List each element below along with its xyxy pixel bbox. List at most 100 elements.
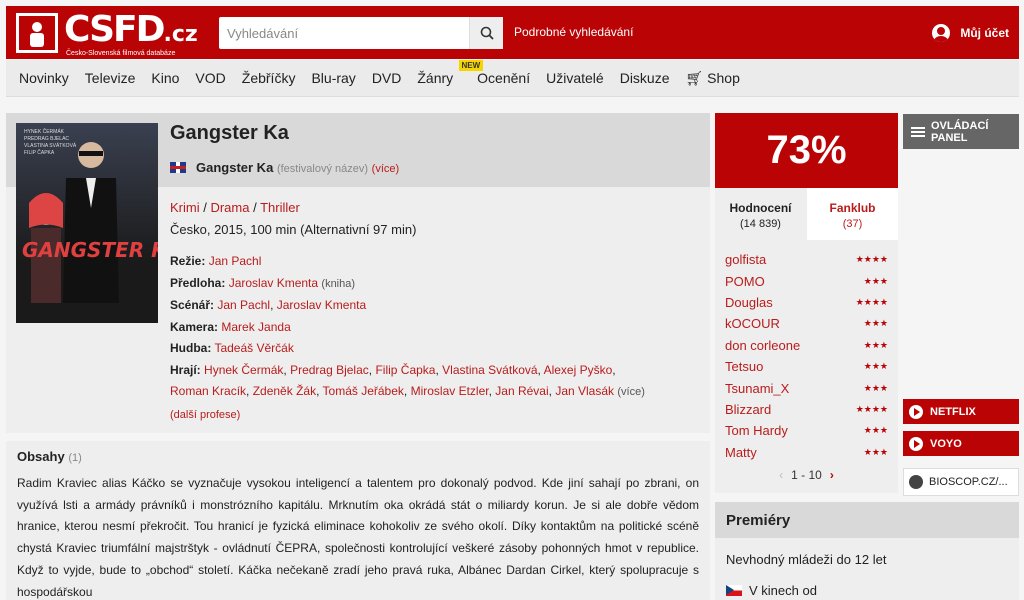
actor-link[interactable]: Tomáš Jeřábek: [323, 384, 404, 398]
tab-hodnoceni-count: (14 839): [740, 218, 781, 230]
actor-link[interactable]: Vlastina Svátková: [442, 363, 537, 377]
nav-bluray[interactable]: Blu-ray: [311, 70, 355, 86]
nav-zebricky[interactable]: Žebříčky: [242, 70, 296, 86]
actor-link[interactable]: Alexej Pyško: [544, 363, 613, 377]
play-icon: [909, 404, 923, 419]
voyo-button[interactable]: VOYO: [903, 431, 1019, 456]
search-icon: [480, 26, 494, 40]
crew-link[interactable]: Marek Janda: [221, 320, 290, 334]
next-page-icon[interactable]: ›: [830, 468, 834, 482]
crew-label: Scénář:: [170, 298, 215, 312]
genre-link[interactable]: Thriller: [260, 200, 300, 215]
star-rating-icon: ★★★★: [855, 403, 888, 414]
premieres-box: Premiéry Nevhodný mládeži do 12 let V ki…: [715, 502, 1019, 600]
nav-televize[interactable]: Televize: [85, 70, 136, 86]
netflix-button[interactable]: NETFLIX: [903, 399, 1019, 424]
rating-pager: ‹ 1 - 10 ›: [715, 468, 898, 482]
user-rating-row: Matty ★★★: [725, 442, 888, 463]
actor-link[interactable]: Filip Čapka: [375, 363, 435, 377]
star-rating-icon: ★★★: [863, 382, 888, 393]
user-link[interactable]: Tetsuo: [725, 359, 763, 374]
nav-oceneni[interactable]: Ocenění: [477, 70, 530, 86]
actor-link[interactable]: Jan Révai: [495, 384, 548, 398]
nav-uzivatele[interactable]: Uživatelé: [546, 70, 604, 86]
alt-title-text: Gangster Ka: [196, 160, 274, 175]
user-link[interactable]: golfista: [725, 252, 766, 267]
crew-list: Režie: Jan Pachl Předloha: Jaroslav Kmen…: [170, 254, 645, 421]
user-rating-row: Tom Hardy ★★★: [725, 420, 888, 441]
poster-actor-figure: [63, 142, 119, 303]
tab-fanklub[interactable]: Fanklub (37): [807, 188, 898, 240]
nav-novinky[interactable]: Novinky: [19, 70, 69, 86]
nav-diskuze[interactable]: Diskuze: [620, 70, 670, 86]
nav-dvd[interactable]: DVD: [372, 70, 402, 86]
nav-vod[interactable]: VOD: [195, 70, 225, 86]
user-link[interactable]: don corleone: [725, 338, 800, 353]
user-link[interactable]: Matty: [725, 445, 757, 460]
film-panel: HYNEK ČERMÁK PREDRAG BJELAC VLASTINA SVÁTK…: [6, 113, 710, 433]
logo-subtitle: Česko-Slovenská filmová databáze: [66, 50, 176, 57]
actor-link[interactable]: Miroslav Etzler: [411, 384, 489, 398]
site-logo[interactable]: CSFD.cz Česko-Slovenská filmová databáze: [16, 9, 198, 57]
star-rating-icon: ★★★★: [855, 254, 888, 265]
account-button[interactable]: Můj účet: [932, 24, 1009, 42]
genre-link[interactable]: Drama: [210, 200, 249, 215]
advanced-search-link[interactable]: Podrobné vyhledávání: [514, 25, 633, 39]
user-link[interactable]: Blizzard: [725, 402, 771, 417]
alt-title-more-link[interactable]: (více): [372, 163, 400, 175]
user-link[interactable]: Douglas: [725, 295, 773, 310]
nav-zanry-label: Žánry: [417, 70, 454, 86]
search-input[interactable]: [219, 17, 467, 49]
netflix-label: NETFLIX: [930, 405, 976, 418]
plot-heading: Obsahy (1): [17, 449, 82, 464]
control-panel-label: OVLÁDACÍ PANEL: [931, 119, 989, 144]
crew-link[interactable]: Jan Pachl: [209, 254, 262, 268]
bioscop-button[interactable]: BIOSCOP.CZ/...: [903, 468, 1019, 496]
film-poster[interactable]: HYNEK ČERMÁK PREDRAG BJELAC VLASTINA SVÁTK…: [16, 123, 158, 323]
crew-link[interactable]: Tadeáš Věrčák: [214, 341, 293, 355]
tab-hodnoceni[interactable]: Hodnocení (14 839): [715, 188, 806, 240]
more-professions-link[interactable]: (další profese): [170, 409, 240, 421]
account-label: Můj účet: [960, 26, 1009, 40]
actor-link[interactable]: Hynek Čermák: [204, 363, 283, 377]
film-title: Gangster Ka: [170, 122, 289, 144]
alt-title-note: (festivalový název): [276, 163, 369, 175]
age-rating: Nevhodný mládeži do 12 let: [726, 552, 887, 567]
user-link[interactable]: POMO: [725, 274, 765, 289]
user-link[interactable]: kOCOUR: [725, 316, 780, 331]
nav-kino[interactable]: Kino: [151, 70, 179, 86]
pager-range: 1 - 10: [791, 468, 822, 482]
cinema-release-label: V kinech od: [749, 583, 817, 598]
crew-link[interactable]: Jan Pachl: [217, 298, 270, 312]
bioscop-label: BIOSCOP.CZ/...: [929, 476, 1008, 488]
logo-text: CSFD.cz: [64, 9, 198, 50]
logo-icon: [16, 13, 58, 53]
plot-section: Obsahy (1) Radim Kraviec alias Káčko se …: [6, 441, 710, 600]
nav-shop[interactable]: 🛒︎ Shop: [686, 70, 740, 87]
actor-link[interactable]: Roman Kracík: [170, 384, 246, 398]
play-icon: [909, 436, 923, 451]
actor-link[interactable]: Jan Vlasák: [555, 384, 614, 398]
user-rating-row: POMO ★★★: [725, 270, 888, 291]
crew-link[interactable]: Jaroslav Kmenta: [277, 298, 366, 312]
top-header: CSFD.cz Česko-Slovenská filmová databáze…: [6, 6, 1019, 59]
user-link[interactable]: Tsunami_X: [725, 381, 789, 396]
crew-link[interactable]: Jaroslav Kmenta: [229, 276, 318, 290]
star-rating-icon: ★★★★: [855, 296, 888, 307]
search-button[interactable]: [469, 17, 503, 49]
user-link[interactable]: Tom Hardy: [725, 423, 788, 438]
user-ratings-list: golfista ★★★★ POMO ★★★ Douglas ★★★★ kOCOUR ★★★ d…: [725, 249, 888, 463]
genre-link[interactable]: Krimi: [170, 200, 200, 215]
user-rating-row: golfista ★★★★: [725, 249, 888, 270]
rating-tabs: Hodnocení (14 839) Fanklub (37): [715, 188, 898, 240]
user-rating-row: Douglas ★★★★: [725, 292, 888, 313]
control-panel-button[interactable]: OVLÁDACÍ PANEL: [903, 114, 1019, 149]
star-rating-icon: ★★★: [863, 339, 888, 350]
nav-zanry[interactable]: Žánry NEW: [417, 60, 484, 86]
prev-page-icon[interactable]: ‹: [779, 468, 783, 482]
crew-label: Režie:: [170, 254, 206, 268]
actor-link[interactable]: Predrag Bjelac: [290, 363, 369, 377]
cast-more-link[interactable]: (více): [617, 386, 645, 398]
crew-note: (kniha): [321, 277, 356, 290]
actor-link[interactable]: Zdeněk Žák: [253, 384, 316, 398]
